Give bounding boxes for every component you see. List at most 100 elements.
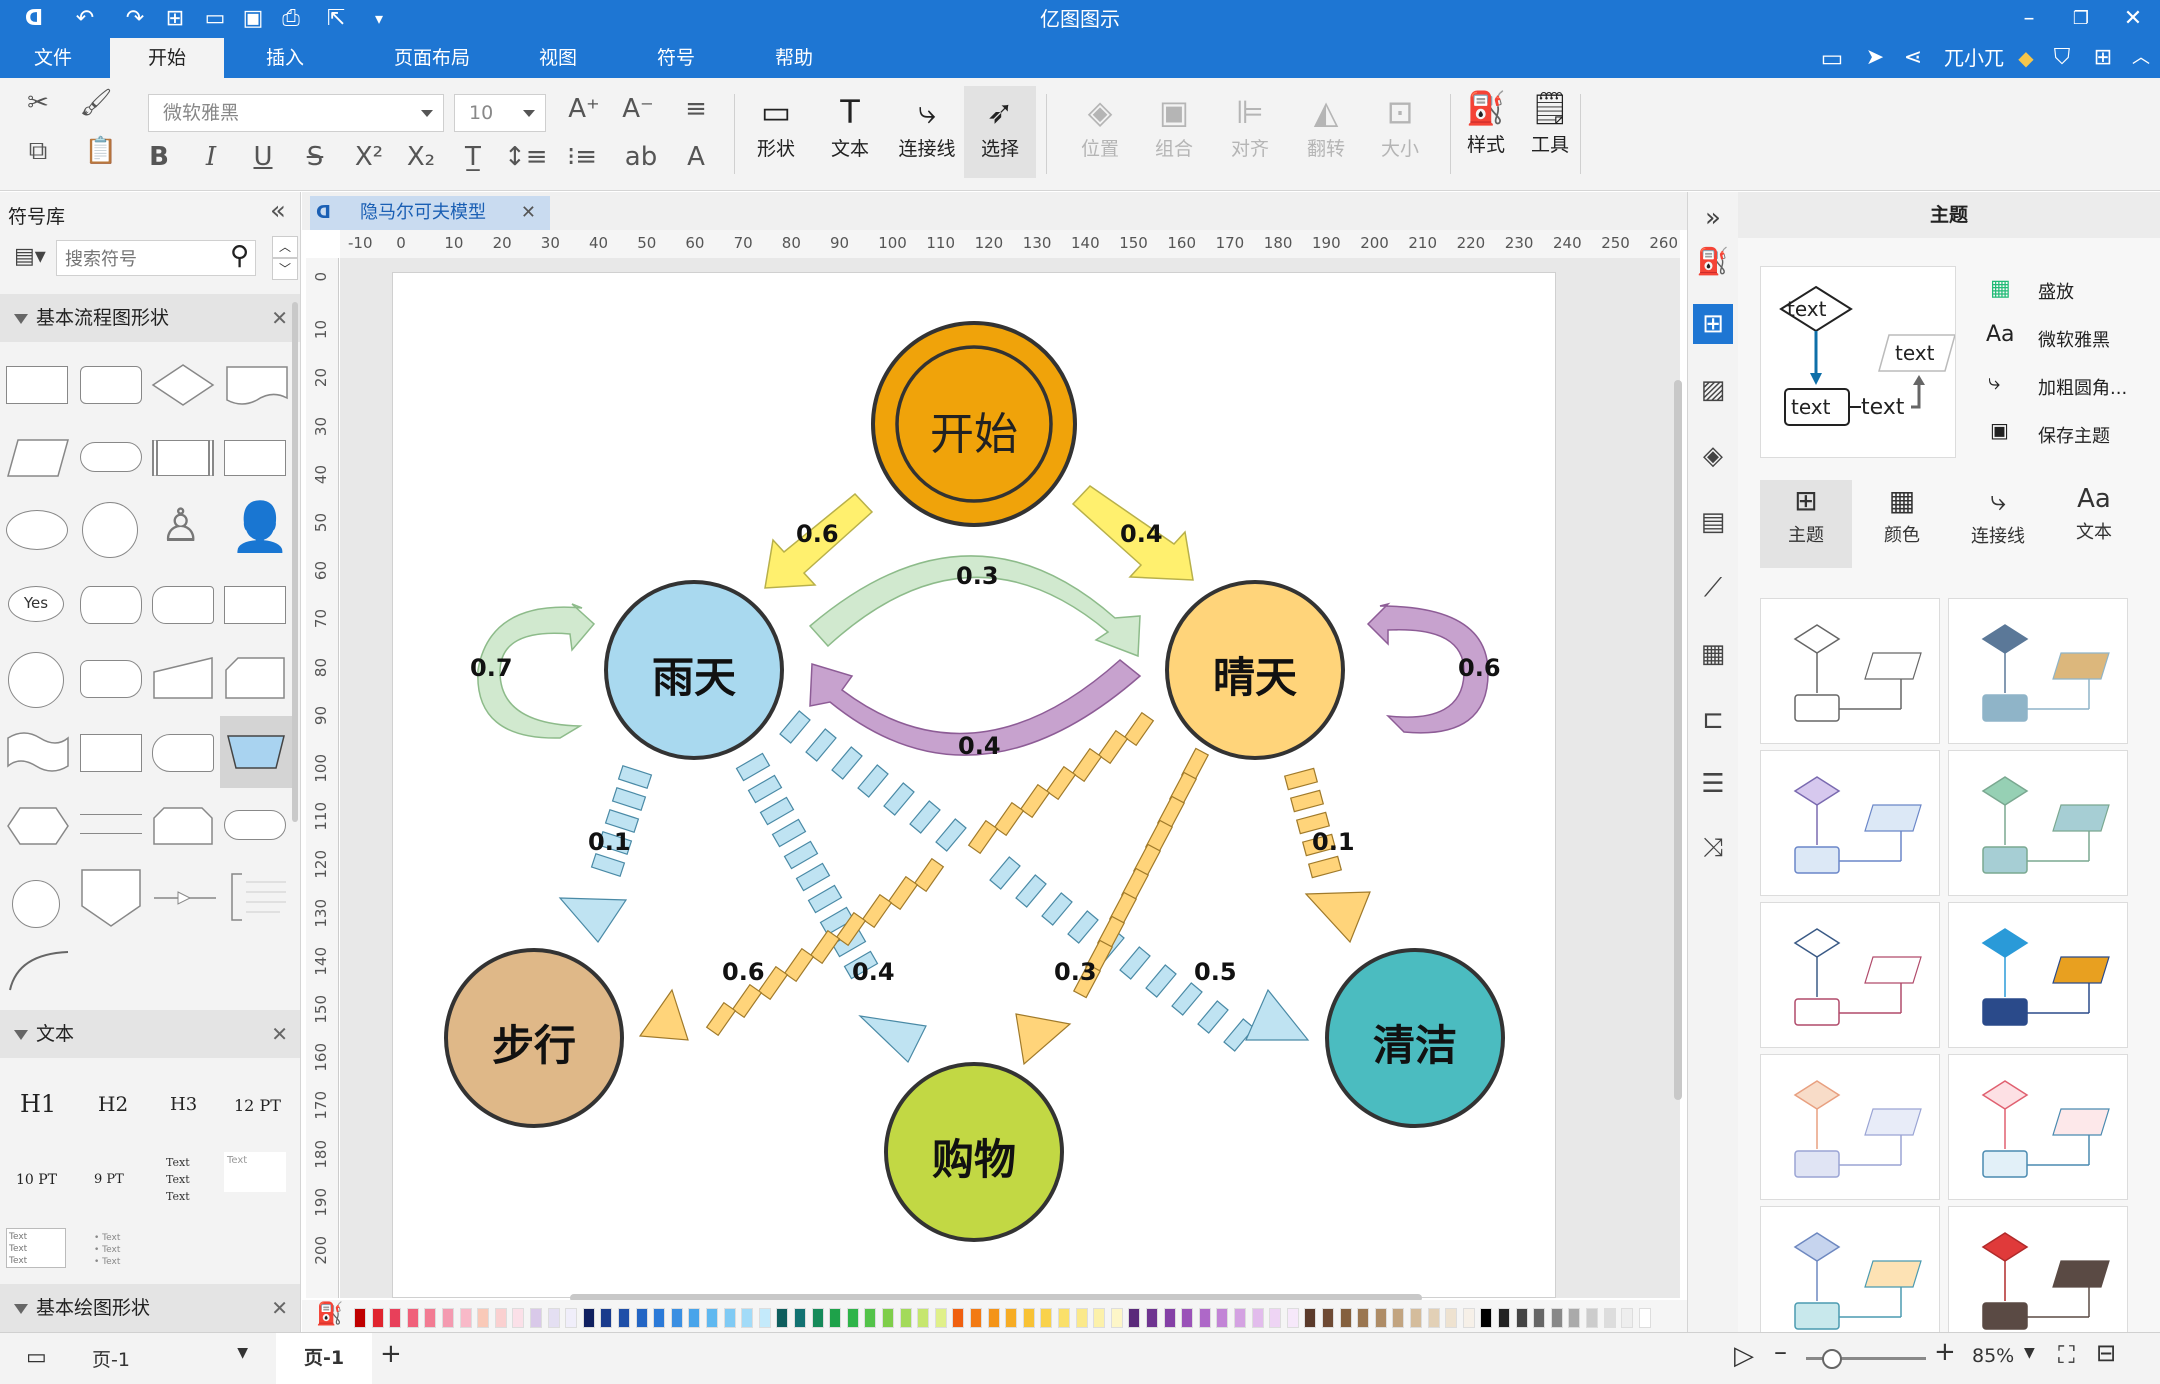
image-icon[interactable]: ▨ <box>1693 370 1733 410</box>
stored-data-shape[interactable] <box>152 586 214 624</box>
theme-option-font[interactable]: 微软雅黑 <box>2038 326 2110 352</box>
open-icon[interactable]: ▭ <box>200 4 230 34</box>
color-swatch[interactable] <box>1568 1308 1581 1328</box>
zoom-chevron-icon[interactable]: ▼ <box>2024 1345 2035 1361</box>
color-swatch[interactable] <box>547 1308 560 1328</box>
shrink-font-icon[interactable]: A⁻ <box>620 94 656 124</box>
color-swatch[interactable] <box>424 1308 437 1328</box>
color-swatch[interactable] <box>371 1308 384 1328</box>
color-swatch[interactable] <box>1040 1308 1053 1328</box>
arc-shape[interactable] <box>4 944 74 994</box>
color-swatch[interactable] <box>952 1308 965 1328</box>
library-scrollbar[interactable] <box>292 302 298 822</box>
color-swatch[interactable] <box>758 1308 771 1328</box>
color-swatch[interactable] <box>1586 1308 1598 1328</box>
page-select[interactable]: 页-1 ▼ <box>92 1345 248 1372</box>
connector-tool[interactable]: ⤷ 连接线 <box>890 90 964 161</box>
theme-thumbnail[interactable] <box>1948 1206 2128 1332</box>
decision-shape[interactable] <box>150 362 216 408</box>
color-swatch[interactable] <box>864 1308 877 1328</box>
color-swatch[interactable] <box>829 1308 842 1328</box>
subscript-icon[interactable]: X₂ <box>404 142 438 172</box>
paste-icon[interactable]: 📋 <box>78 136 124 166</box>
fill-icon[interactable]: ⛽ <box>1693 242 1733 282</box>
fill-bucket-icon[interactable]: ⛽ <box>316 1302 343 1327</box>
color-swatch[interactable] <box>600 1308 613 1328</box>
theme-thumbnail[interactable] <box>1760 598 1940 744</box>
color-swatch[interactable] <box>1410 1308 1422 1328</box>
color-swatch[interactable] <box>846 1308 859 1328</box>
text-box-sample[interactable]: Text <box>224 1152 286 1192</box>
color-swatch[interactable] <box>1427 1308 1440 1328</box>
outline-icon[interactable]: ☰ <box>1693 764 1733 804</box>
shape-tool[interactable]: ▭ 形状 <box>746 90 806 161</box>
minimize-icon[interactable]: – <box>2014 4 2044 34</box>
section-basic-drawing[interactable]: 基本绘图形状 ✕ <box>0 1284 300 1332</box>
menu-view[interactable]: 视图 <box>530 38 586 78</box>
annotation-shape[interactable] <box>226 870 292 924</box>
card-shape[interactable] <box>222 654 288 702</box>
loop-limit-shape[interactable] <box>150 802 216 850</box>
font-name-select[interactable]: 微软雅黑 <box>148 94 444 132</box>
color-swatch[interactable] <box>1480 1308 1493 1328</box>
theme-option-connector[interactable]: 加粗圆角... <box>2038 374 2127 400</box>
color-swatch[interactable] <box>1216 1308 1229 1328</box>
document-shape[interactable] <box>224 362 290 408</box>
line-spacing-icon[interactable]: ↕≡ <box>504 142 548 172</box>
text-style-icon[interactable]: T̲ <box>454 142 492 172</box>
layout-icon[interactable]: ⊏ <box>1693 700 1733 740</box>
export-icon[interactable]: ⇱ <box>318 4 354 34</box>
arrow-line-shape[interactable] <box>152 886 218 910</box>
color-swatch[interactable] <box>653 1308 666 1328</box>
subtab-text[interactable]: Aa 文本 <box>2048 480 2140 568</box>
color-swatch[interactable] <box>1146 1308 1158 1328</box>
color-swatch[interactable] <box>794 1308 806 1328</box>
color-swatch[interactable] <box>1533 1308 1546 1328</box>
color-swatch[interactable] <box>1621 1308 1634 1328</box>
color-swatch[interactable] <box>1163 1308 1176 1328</box>
arrow-rainy-clean[interactable] <box>779 710 1310 1052</box>
delay-shape[interactable] <box>80 734 142 772</box>
theme-thumbnail[interactable] <box>1948 750 2128 896</box>
color-swatch[interactable] <box>354 1308 366 1328</box>
align-tool[interactable]: ⊫ 对齐 <box>1220 90 1280 161</box>
collapse-ribbon-icon[interactable]: ︿ <box>2126 38 2156 78</box>
color-swatch[interactable] <box>1392 1308 1405 1328</box>
color-swatch[interactable] <box>1128 1308 1141 1328</box>
theme-thumbnail[interactable] <box>1760 1054 1940 1200</box>
capsule-shape[interactable] <box>224 810 286 840</box>
table-icon[interactable]: ▦ <box>1693 634 1733 674</box>
direct-data-shape[interactable] <box>80 660 142 698</box>
color-swatch[interactable] <box>635 1308 648 1328</box>
predefined-process-shape[interactable] <box>152 440 214 476</box>
color-swatch[interactable] <box>987 1308 1000 1328</box>
color-swatch[interactable] <box>741 1308 754 1328</box>
data-shape[interactable] <box>4 436 72 480</box>
color-swatch[interactable] <box>1198 1308 1211 1328</box>
color-swatch[interactable] <box>1234 1308 1246 1328</box>
color-swatch[interactable] <box>1462 1308 1475 1328</box>
text-h1[interactable]: H1 <box>20 1090 56 1118</box>
display-shape[interactable] <box>152 734 214 772</box>
customize-icon[interactable]: ▾ <box>364 4 394 34</box>
text-block-sample[interactable]: Text Text Text <box>166 1154 206 1205</box>
fit-width-icon[interactable]: ⊟ <box>2096 1339 2116 1367</box>
close-section-icon[interactable]: ✕ <box>271 294 288 342</box>
terminator-shape[interactable] <box>80 442 142 472</box>
share-icon[interactable]: ⋖ <box>1896 38 1930 78</box>
process-shape[interactable] <box>6 366 68 404</box>
actor-shape[interactable]: ♙ <box>160 498 201 552</box>
selected-shape-slot[interactable] <box>220 716 292 788</box>
color-swatch[interactable] <box>1005 1308 1018 1328</box>
theme-thumbnail[interactable] <box>1948 902 2128 1048</box>
bullet-text-sample[interactable]: • Text • Text • Text <box>94 1232 120 1268</box>
color-swatch[interactable] <box>1638 1308 1651 1328</box>
off-page-ref-shape[interactable] <box>78 866 144 930</box>
shuffle-icon[interactable]: ⤨ <box>1693 828 1733 868</box>
canvas-vertical-scrollbar[interactable] <box>1674 380 1682 1100</box>
color-swatch[interactable] <box>688 1308 701 1328</box>
underline-icon[interactable]: U <box>248 142 278 172</box>
user-name[interactable]: 兀小兀 <box>1934 38 2014 78</box>
fit-page-icon[interactable]: ⛶ <box>2058 1341 2075 1369</box>
text-case-icon[interactable]: ab <box>618 142 664 172</box>
